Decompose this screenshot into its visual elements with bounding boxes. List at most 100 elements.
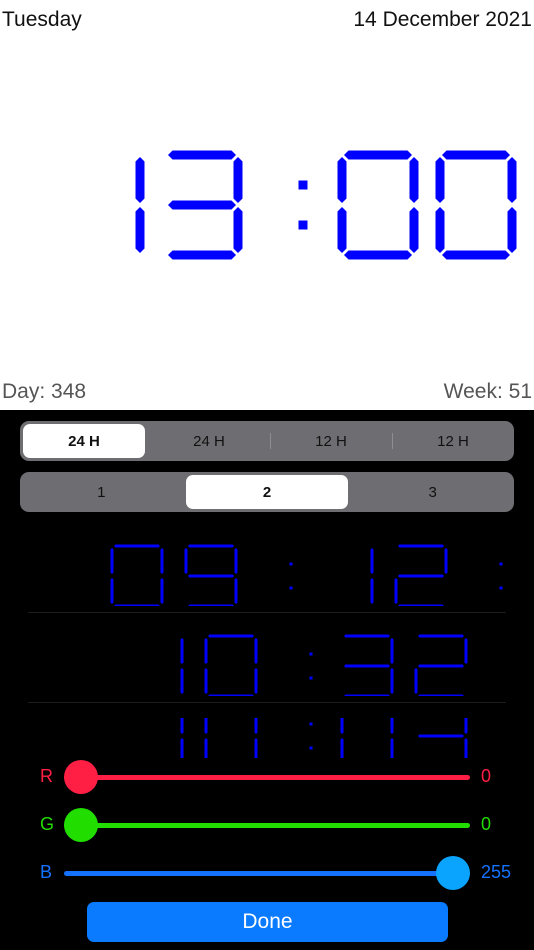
digit-segment: [340, 718, 344, 734]
digit-segment: [254, 638, 258, 664]
digit-segment: [233, 207, 243, 253]
main-clock: [0, 140, 534, 270]
green-value: 0: [481, 814, 492, 834]
blue-label: B: [40, 862, 53, 882]
settings-panel: 24 H 24 H 12 H 12 H 1 2 3 R 0 G 0 B 255 …: [0, 410, 534, 950]
digit-segment: [254, 718, 258, 734]
digit-segment: [204, 668, 208, 694]
digit-segment: [418, 694, 464, 696]
digit-segment: [442, 250, 510, 260]
digit-segment: [344, 664, 390, 668]
digit-segment: [398, 574, 444, 578]
digit-segment: [340, 738, 344, 758]
digit-segment: [168, 250, 236, 260]
digit-segment: [409, 207, 419, 253]
digit-segment: [135, 157, 145, 203]
digit-segment: [168, 150, 236, 160]
segment-format-1[interactable]: 24 H: [23, 424, 145, 458]
colon-dot: [289, 586, 293, 590]
digit-segment: [344, 150, 412, 160]
digit-segment: [180, 738, 184, 758]
blue-slider-track[interactable]: [64, 871, 470, 876]
red-slider-thumb[interactable]: [64, 760, 98, 794]
digit-segment: [188, 544, 234, 548]
digit-segment: [180, 718, 184, 734]
day-name: Tuesday: [2, 8, 82, 31]
digit-segment: [464, 638, 468, 664]
week-number-label: Week: 51: [443, 380, 532, 403]
digit-segment: [444, 548, 448, 574]
digit-segment: [464, 738, 468, 758]
digit-segment: [337, 207, 347, 253]
picker-row[interactable]: [28, 536, 506, 606]
digit-segment: [208, 694, 254, 696]
segment-style-1[interactable]: 1: [20, 475, 183, 509]
digit-segment: [188, 574, 234, 578]
colon-dot: [309, 676, 313, 680]
segment-format-3[interactable]: 12 H: [270, 424, 392, 458]
digit-segment: [110, 548, 114, 574]
digit-segment: [344, 250, 412, 260]
digit-segment: [110, 578, 114, 604]
digit-segment: [234, 548, 238, 574]
format-segmented-control: 24 H 24 H 12 H 12 H: [20, 421, 514, 461]
digit-segment: [398, 604, 444, 606]
blue-slider-row: B 255: [0, 854, 534, 894]
picker-row[interactable]: [28, 718, 506, 758]
red-slider-track[interactable]: [64, 775, 470, 780]
main-clock-digits: [135, 150, 517, 260]
digit-segment: [414, 668, 418, 694]
green-slider-thumb[interactable]: [64, 808, 98, 842]
digit-segment: [344, 634, 390, 638]
digit-segment: [135, 207, 145, 253]
segment-style-2[interactable]: 2: [185, 475, 349, 509]
red-label: R: [40, 766, 53, 786]
bottom-info: Day: 348 Week: 51: [0, 376, 534, 410]
red-value: 0: [481, 766, 492, 786]
date-label: 14 December 2021: [353, 8, 532, 31]
digit-segment: [464, 718, 468, 734]
picker-row[interactable]: [28, 626, 506, 696]
digit-segment: [390, 738, 394, 758]
digit-segment: [442, 150, 510, 160]
digit-segment: [370, 578, 374, 604]
blue-value: 255: [481, 862, 512, 882]
green-slider-row: G 0: [0, 806, 534, 846]
picker-separator: [28, 702, 506, 703]
segment-style-3[interactable]: 3: [351, 475, 514, 509]
digit-segment: [337, 157, 347, 203]
digit-segment: [204, 718, 208, 734]
colon-dot: [309, 652, 313, 656]
colon-dot: [499, 586, 503, 590]
digit-segment: [418, 734, 464, 738]
digit-segment: [390, 668, 394, 694]
digit-segment: [160, 578, 164, 604]
digit-segment: [254, 668, 258, 694]
colon-dot: [298, 220, 308, 230]
red-slider-row: R 0: [0, 758, 534, 798]
segment-format-2[interactable]: 24 H: [148, 424, 270, 458]
digit-segment: [394, 578, 398, 604]
digit-segment: [180, 668, 184, 694]
digit-segment: [344, 694, 390, 696]
digit-segment: [409, 157, 419, 203]
digit-segment: [204, 638, 208, 664]
blue-slider-thumb[interactable]: [436, 856, 470, 890]
style-segmented-control: 1 2 3: [20, 472, 514, 512]
top-bar: Tuesday 14 December 2021: [0, 0, 534, 44]
digit-segment: [233, 157, 243, 203]
picker-separator: [28, 612, 506, 613]
digit-segment: [418, 664, 464, 668]
digit-segment: [114, 544, 160, 548]
time-picker[interactable]: [28, 528, 506, 758]
colon-dot: [289, 562, 293, 566]
green-slider-track[interactable]: [64, 823, 470, 828]
digit-segment: [184, 548, 188, 574]
digit-segment: [398, 544, 444, 548]
green-label: G: [40, 814, 55, 834]
digit-segment: [418, 634, 464, 638]
colon-dot: [298, 180, 308, 190]
done-button[interactable]: Done: [87, 902, 448, 942]
digit-segment: [254, 738, 258, 758]
segment-format-4[interactable]: 12 H: [392, 424, 514, 458]
